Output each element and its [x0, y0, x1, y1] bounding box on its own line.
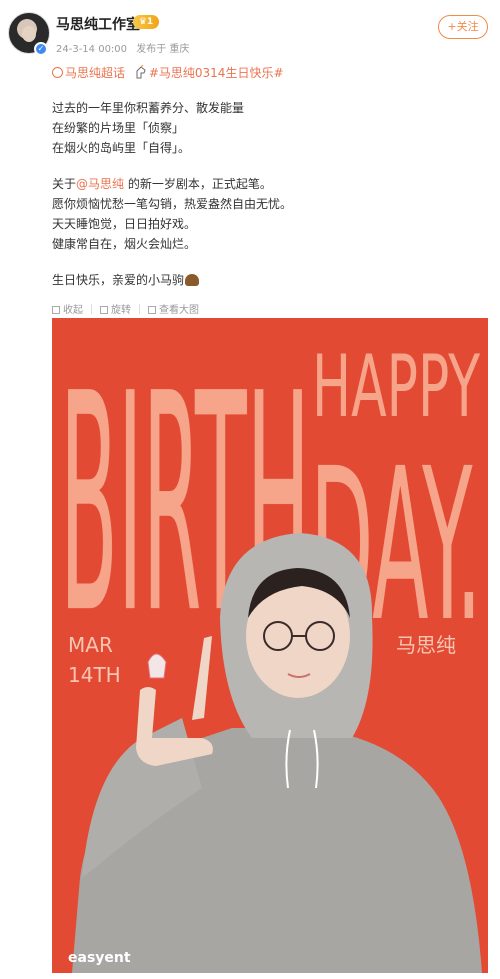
collapse-icon	[52, 306, 60, 314]
verified-icon: ✓	[34, 42, 48, 56]
post-line: 在烟火的岛屿里「自得」。	[52, 141, 191, 155]
supertopic-link[interactable]: 马思纯超话	[65, 66, 125, 80]
poster-image[interactable]: BIRTH HAPPY DAY. MAR 14TH 马思纯 easyent	[52, 318, 488, 973]
mention-link[interactable]: @马思纯	[76, 177, 124, 191]
rotate-icon	[100, 306, 108, 314]
post-line: 在纷繁的片场里「侦察」	[52, 121, 185, 135]
poster-name: 马思纯	[396, 633, 456, 657]
rotate-button[interactable]: 旋转	[100, 301, 131, 316]
poster-date-month: MAR	[68, 633, 113, 657]
poster-happy-text: HAPPY	[312, 337, 480, 437]
post-line: 关于@马思纯 的新一岁剧本，正式起笔。	[52, 174, 292, 194]
post-body: 过去的一年里你积蓄养分、散发能量 在纷繁的片场里「侦察」 在烟火的岛屿里「自得」…	[52, 98, 292, 290]
magnify-icon	[148, 306, 156, 314]
account-name[interactable]: 马思纯工作室	[56, 14, 140, 34]
post-time: 24-3-14 00:00	[56, 44, 128, 55]
hashtag-link[interactable]: #马思纯0314生日快乐#	[149, 66, 284, 80]
collapse-button[interactable]: 收起	[52, 301, 83, 316]
topic-tags: 马思纯超话 #马思纯0314生日快乐#	[52, 64, 284, 81]
image-toolbar: 收起 旋转 查看大图	[52, 301, 207, 316]
view-large-button[interactable]: 查看大图	[148, 301, 199, 316]
horse-emoji-icon	[185, 274, 200, 286]
unicorn-icon	[136, 65, 146, 79]
post-meta: 24-3-14 00:00 发布于 重庆	[56, 40, 189, 55]
vip-badge[interactable]: ♛1	[133, 15, 159, 29]
poster-artwork: BIRTH HAPPY DAY. MAR 14TH 马思纯 easyent	[52, 318, 488, 973]
follow-button[interactable]: +关注	[438, 15, 488, 39]
post-line: 天天睡饱觉，日日拍好戏。	[52, 217, 197, 231]
collapse-label: 收起	[63, 305, 83, 316]
view-large-label: 查看大图	[159, 305, 199, 316]
supertopic-icon	[52, 67, 63, 78]
post-source: 发布于 重庆	[136, 44, 190, 55]
post-text: 生日快乐，亲爱的小马驹	[52, 273, 185, 287]
poster-date-day: 14TH	[68, 663, 121, 687]
post-line: 生日快乐，亲爱的小马驹	[52, 270, 292, 290]
poster-watermark: easyent	[68, 950, 131, 966]
rotate-label: 旋转	[111, 305, 131, 316]
post-line: 愿你烦恼忧愁一笔勾销，热爱盎然自由无忧。	[52, 197, 293, 211]
post-text: 的新一岁剧本，正式起笔。	[124, 177, 272, 191]
post-text: 关于	[52, 177, 77, 191]
post-line: 过去的一年里你积蓄养分、散发能量	[52, 101, 245, 115]
post-line: 健康常自在，烟火会灿烂。	[52, 237, 197, 251]
avatar-face	[22, 26, 36, 42]
